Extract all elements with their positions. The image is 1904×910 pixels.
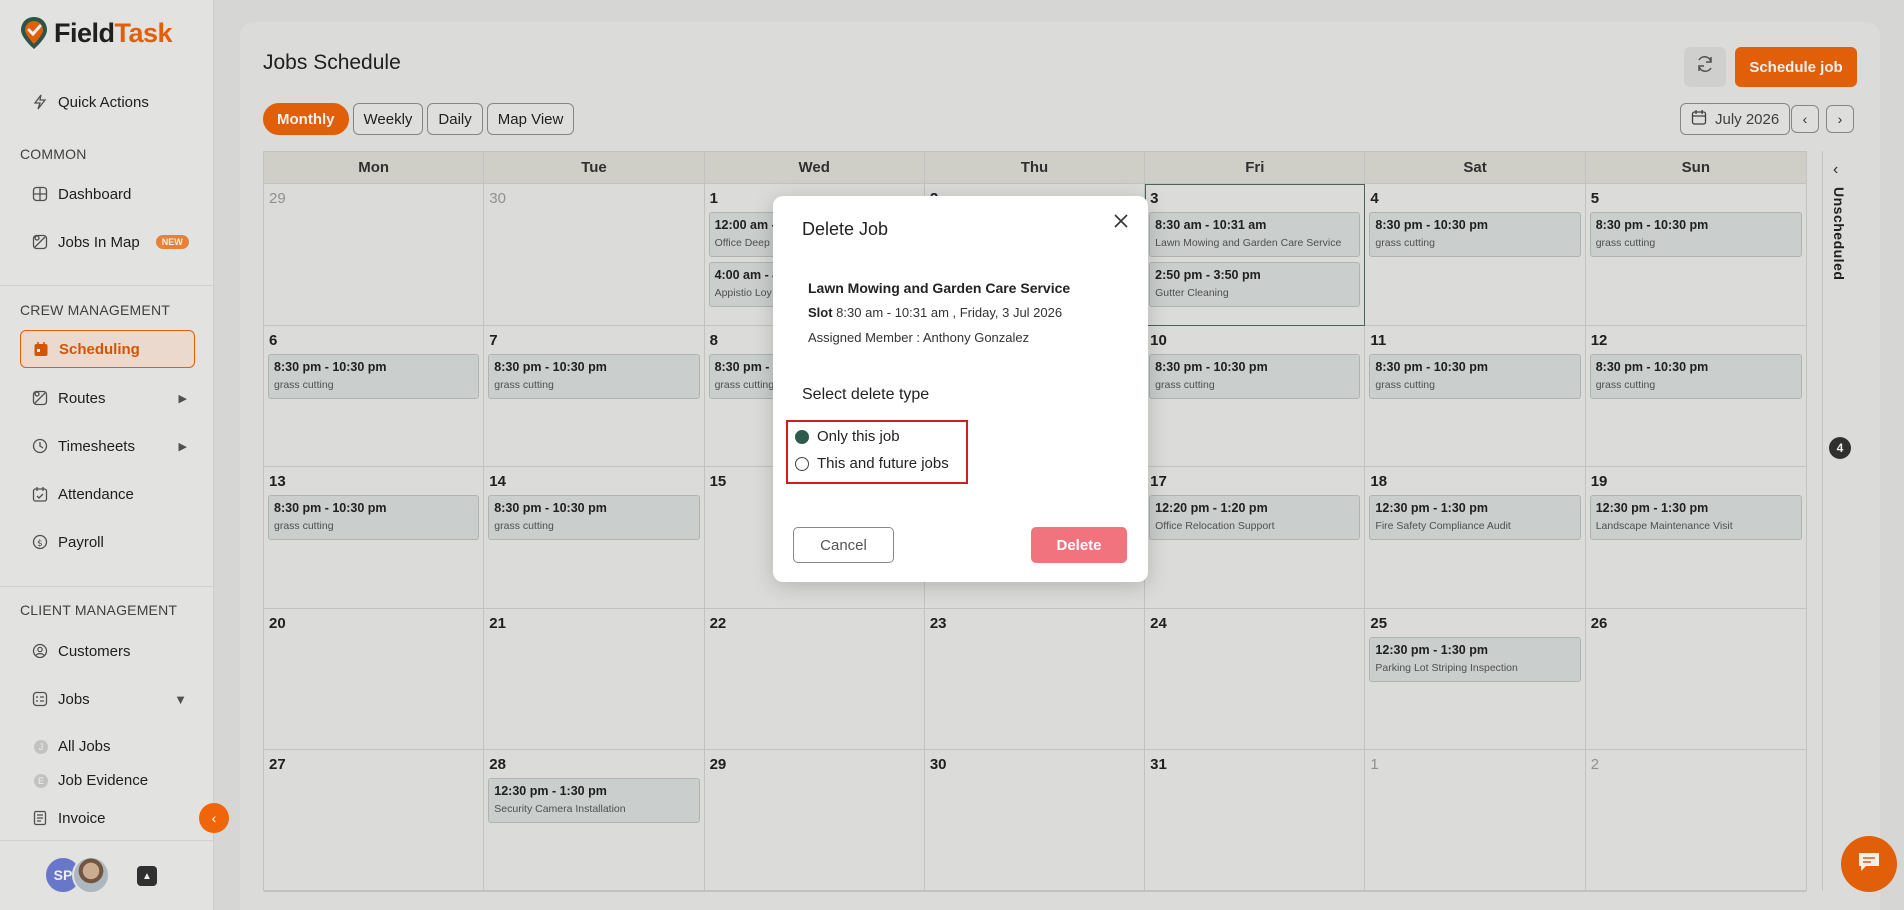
job-name: Lawn Mowing and Garden Care Service	[808, 280, 1071, 296]
delete-job-dialog: Delete Job Lawn Mowing and Garden Care S…	[773, 196, 1148, 582]
radio-unselected[interactable]	[795, 456, 809, 471]
cancel-button[interactable]: Cancel	[793, 527, 894, 563]
close-icon[interactable]	[1113, 212, 1129, 235]
job-slot: Slot 8:30 am - 10:31 am , Friday, 3 Jul …	[808, 305, 1063, 320]
radio-selected[interactable]	[795, 429, 809, 444]
radio-only-this-job[interactable]: Only this job	[795, 428, 900, 445]
delete-type-options: Only this job This and future jobs	[786, 420, 968, 484]
assigned-member: Assigned Member : Anthony Gonzalez	[808, 330, 1030, 345]
delete-type-label: Select delete type	[802, 386, 930, 403]
delete-button[interactable]: Delete	[1031, 527, 1127, 563]
dialog-title: Delete Job	[802, 219, 889, 239]
collapse-sidebar-button[interactable]: ‹	[199, 803, 229, 833]
radio-this-and-future-jobs[interactable]: This and future jobs	[795, 455, 949, 472]
